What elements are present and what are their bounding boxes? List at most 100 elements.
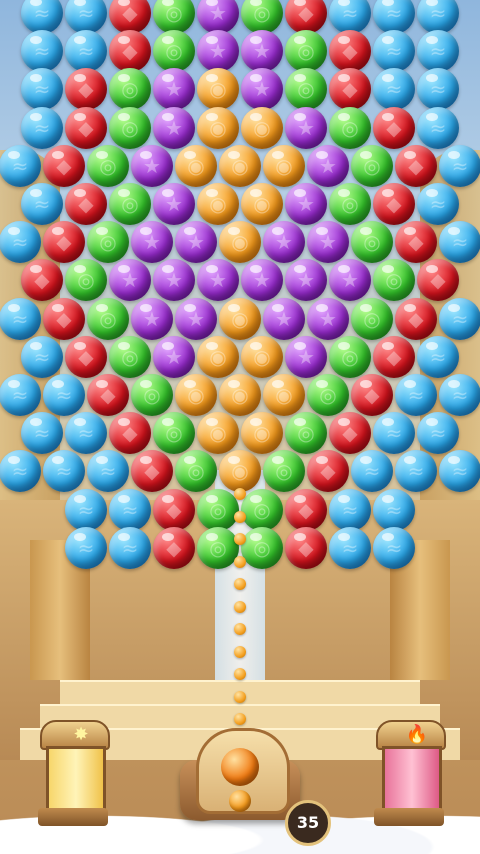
next-bubble[interactable]	[229, 790, 251, 812]
orange-pattern-icon: ◉	[187, 383, 205, 407]
red-pattern-icon: ◆	[122, 1, 138, 25]
orange-pattern-icon: ◉	[209, 192, 227, 216]
bubble-red: ◆	[395, 297, 437, 340]
bubble-green: ◎	[351, 297, 393, 340]
blue-pattern-icon: ≈	[77, 39, 95, 64]
booster-left-lantern[interactable]: ✸	[34, 720, 112, 830]
bubble-green: ◎	[197, 488, 239, 531]
bubble-red: ◆	[43, 221, 85, 264]
bubble-red: ◆	[21, 259, 63, 302]
green-pattern-icon: ◎	[341, 115, 359, 140]
red-pattern-icon: ◆	[78, 192, 94, 216]
bubble-blue: ≈	[329, 526, 371, 569]
bubble-green: ◎	[197, 526, 239, 569]
bubble-blue: ≈	[417, 106, 459, 149]
bubble-blue: ≈	[417, 0, 459, 34]
bubble-orange: ◉	[197, 68, 239, 111]
bubble-blue: ≈	[0, 221, 41, 264]
green-pattern-icon: ◎	[77, 268, 95, 293]
bubble-green: ◎	[351, 221, 393, 264]
bubble-red: ◆	[109, 0, 151, 34]
bubble-purple: ★	[131, 144, 173, 187]
bubble-purple: ★	[263, 221, 305, 264]
bubble-red: ◆	[131, 450, 173, 493]
orange-pattern-icon: ◉	[231, 383, 249, 407]
bubble-blue: ≈	[21, 30, 63, 73]
lantern-glass	[46, 746, 106, 814]
bubble-blue: ≈	[329, 0, 371, 34]
bubble-green: ◎	[329, 183, 371, 225]
green-pattern-icon: ◎	[143, 383, 161, 407]
blue-pattern-icon: ≈	[55, 459, 73, 484]
red-pattern-icon: ◆	[386, 192, 402, 216]
current-bubble[interactable]	[221, 748, 259, 786]
green-pattern-icon: ◎	[253, 1, 271, 25]
red-pattern-icon: ◆	[144, 459, 160, 484]
bubble-purple: ★	[175, 297, 217, 340]
green-pattern-icon: ◎	[319, 383, 337, 407]
bubble-red: ◆	[43, 297, 85, 340]
bubble-red: ◆	[65, 183, 107, 225]
blue-pattern-icon: ≈	[33, 39, 51, 64]
blue-pattern-icon: ≈	[33, 115, 51, 140]
bubble-blue: ≈	[329, 488, 371, 531]
bubble-blue: ≈	[395, 374, 437, 416]
bubble-purple: ★	[131, 221, 173, 264]
purple-pattern-icon: ★	[253, 268, 271, 293]
green-pattern-icon: ◎	[341, 344, 359, 369]
orange-pattern-icon: ◉	[253, 344, 271, 369]
green-pattern-icon: ◎	[165, 1, 183, 25]
bubble-purple: ★	[175, 221, 217, 264]
booster-right-lantern[interactable]: 🔥	[370, 720, 448, 830]
blue-pattern-icon: ≈	[451, 306, 469, 331]
aim-dot	[234, 600, 246, 613]
bubble-blue: ≈	[0, 297, 41, 340]
bubble-blue: ≈	[21, 106, 63, 149]
aim-dot	[234, 533, 246, 545]
red-pattern-icon: ◆	[408, 306, 424, 331]
blue-pattern-icon: ≈	[451, 459, 469, 484]
bubble-orange: ◉	[219, 221, 261, 264]
bubble-red: ◆	[153, 488, 195, 531]
green-pattern-icon: ◎	[209, 497, 227, 522]
bubble-purple: ★	[241, 68, 283, 111]
bubble-red: ◆	[329, 30, 371, 73]
bubble-green: ◎	[109, 68, 151, 111]
purple-pattern-icon: ★	[143, 230, 161, 255]
blue-pattern-icon: ≈	[33, 77, 51, 102]
bubble-red: ◆	[285, 488, 327, 531]
blue-pattern-icon: ≈	[33, 192, 51, 216]
purple-pattern-icon: ★	[209, 39, 227, 64]
orange-pattern-icon: ◉	[231, 230, 249, 255]
red-pattern-icon: ◆	[298, 497, 314, 522]
bubble-purple: ★	[329, 259, 371, 302]
green-pattern-icon: ◎	[363, 230, 381, 255]
bubble-green: ◎	[285, 412, 327, 455]
red-pattern-icon: ◆	[298, 535, 314, 560]
bubble-blue: ≈	[373, 30, 415, 73]
purple-pattern-icon: ★	[121, 268, 139, 293]
bubble-green: ◎	[285, 30, 327, 73]
bubble-purple: ★	[153, 335, 195, 378]
red-pattern-icon: ◆	[408, 230, 424, 255]
red-pattern-icon: ◆	[166, 535, 182, 560]
bubble-orange: ◉	[219, 450, 261, 493]
blue-pattern-icon: ≈	[407, 459, 425, 484]
bubble-orange: ◉	[241, 335, 283, 378]
bubble-blue: ≈	[21, 412, 63, 455]
bubble-purple: ★	[307, 221, 349, 264]
red-pattern-icon: ◆	[342, 39, 358, 64]
shots-remaining-counter: 35	[285, 800, 331, 846]
aim-dot	[234, 578, 246, 590]
blue-pattern-icon: ≈	[121, 497, 139, 522]
blue-pattern-icon: ≈	[11, 383, 29, 407]
bubble-purple: ★	[153, 259, 195, 302]
aim-dot	[234, 713, 246, 725]
blue-pattern-icon: ≈	[341, 497, 359, 522]
bubble-purple: ★	[285, 106, 327, 149]
bubble-red: ◆	[351, 374, 393, 416]
bubble-orange: ◉	[241, 106, 283, 149]
red-pattern-icon: ◆	[100, 383, 116, 407]
bubble-purple: ★	[307, 144, 349, 187]
bubble-blue: ≈	[65, 30, 107, 73]
